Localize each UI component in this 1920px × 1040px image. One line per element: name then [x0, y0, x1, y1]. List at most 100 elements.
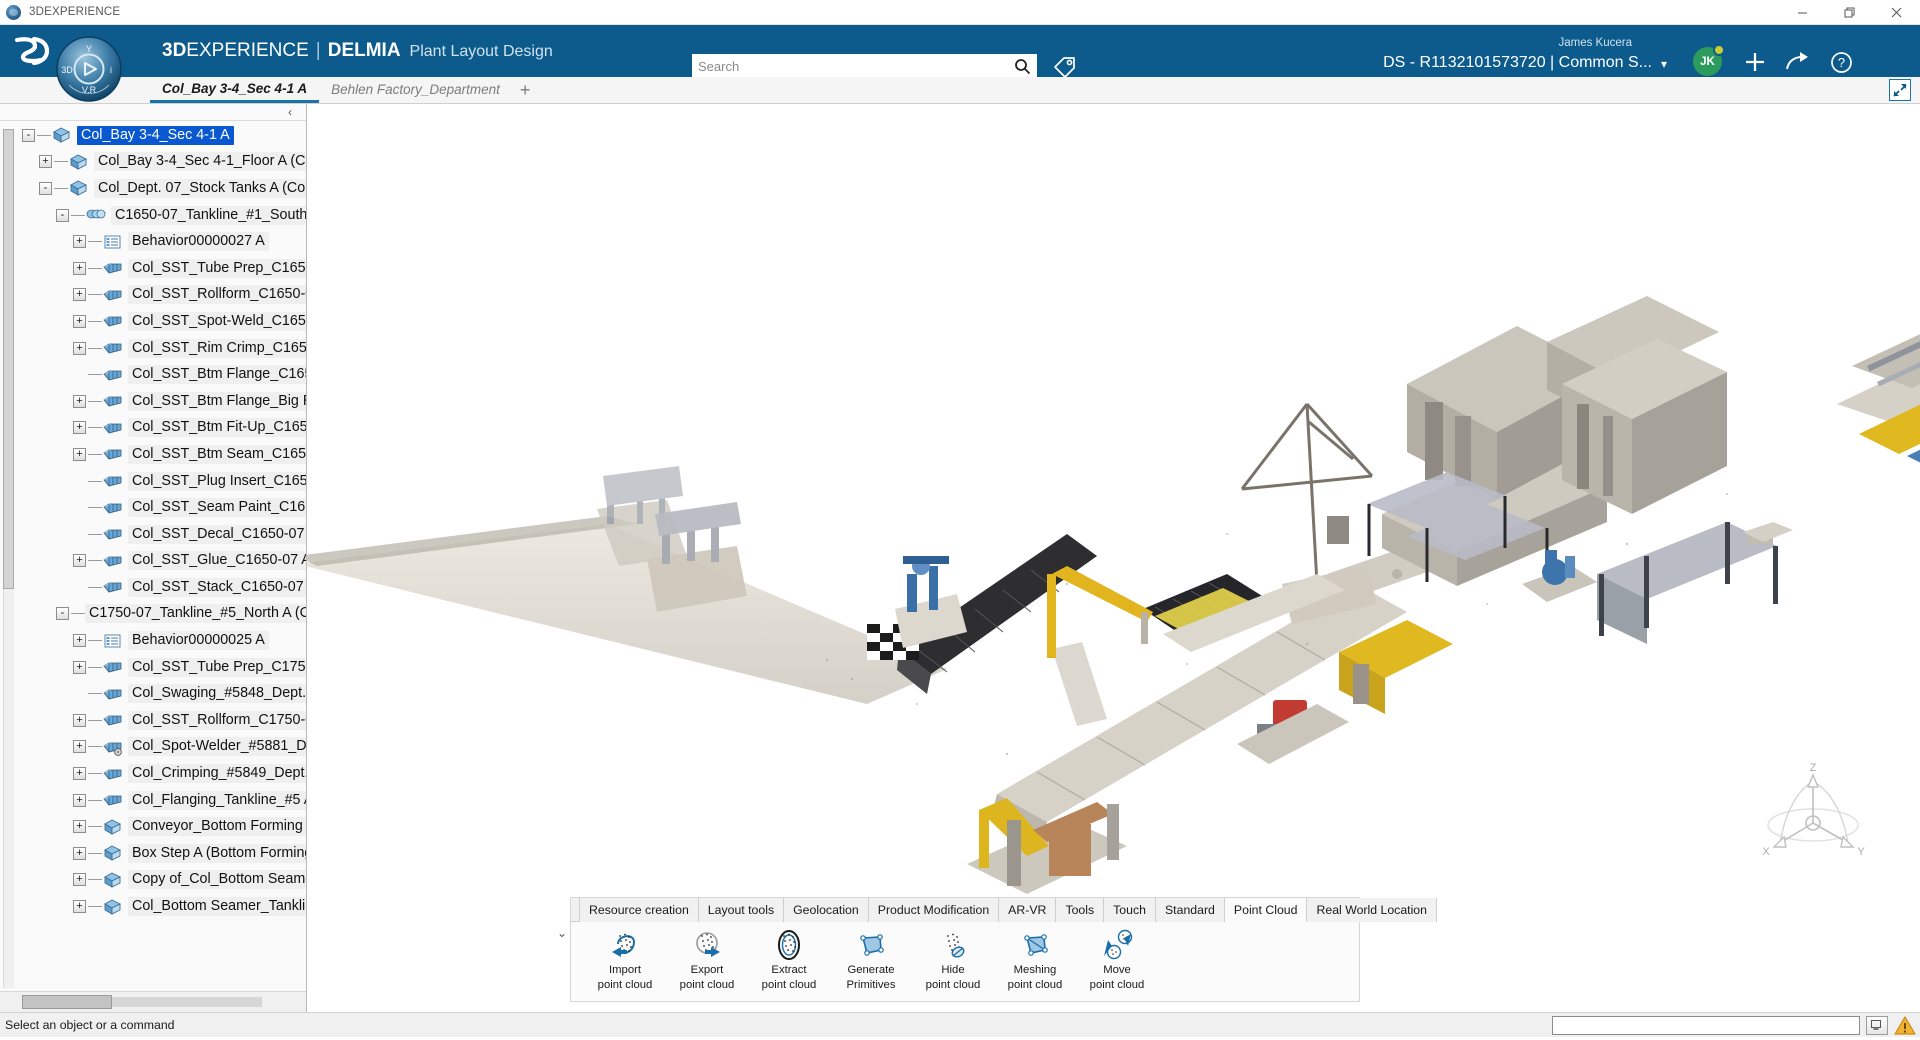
tree-node[interactable]: +Col_Spot-Welder_#5881_De	[0, 734, 306, 761]
collapse-node-icon[interactable]: -	[39, 182, 52, 195]
tree-node-label[interactable]: Behavior00000027 A	[128, 232, 269, 251]
tree-node-label[interactable]: Col_Flanging_Tankline_#5 A	[128, 791, 306, 810]
tree-node[interactable]: +Col_Crimping_#5849_Dept.	[0, 760, 306, 787]
warning-icon[interactable]	[1894, 1015, 1916, 1036]
tree-node[interactable]: + Conveyor_Bottom Forming A	[0, 813, 306, 840]
expand-node-icon[interactable]: +	[73, 421, 86, 434]
tree-node[interactable]: + Col_SST_Btm Fit-Up_C1650-	[0, 415, 306, 442]
close-icon[interactable]	[1873, 0, 1920, 25]
tree-node-label[interactable]: Col_SST_Decal_C1650-07 A	[128, 525, 306, 544]
tree-horizontal-scroll-thumb[interactable]	[22, 995, 112, 1009]
action-command-export[interactable]: Exportpoint cloud	[673, 928, 741, 991]
tree-node-label[interactable]: Conveyor_Bottom Forming A	[128, 817, 306, 836]
restore-icon[interactable]	[1826, 0, 1873, 25]
search-icon[interactable]	[1014, 58, 1031, 75]
tree-node-label[interactable]: Col_Bay 3-4_Sec 4-1 A	[77, 126, 234, 145]
tree-node[interactable]: -C1650-07_Tankline_#1_South A	[0, 202, 306, 229]
tree-node-label[interactable]: Col_Crimping_#5849_Dept.	[128, 764, 306, 783]
action-command-move[interactable]: Movepoint cloud	[1083, 928, 1151, 991]
tree-node[interactable]: +Behavior00000025 A	[0, 627, 306, 654]
expand-node-icon[interactable]: +	[73, 794, 86, 807]
meshing-point-cloud-icon[interactable]	[1018, 928, 1052, 962]
action-tab-point-cloud[interactable]: Point Cloud	[1225, 898, 1308, 922]
extract-point-cloud-icon[interactable]	[772, 928, 806, 962]
tree-node-label[interactable]: Col_SST_Btm Fit-Up_C1650-	[128, 418, 306, 437]
expand-node-icon[interactable]: +	[73, 900, 86, 913]
tree-node[interactable]: +Col_SST_Rollform_C1750-07	[0, 707, 306, 734]
tree-node-label[interactable]: Col_SST_Btm Seam_C1650-0	[128, 445, 306, 464]
collapse-node-icon[interactable]: -	[56, 607, 69, 620]
tree-node-label[interactable]: Col_SST_Btm Flange_Big Rou	[128, 392, 306, 411]
tree-node-label[interactable]: Col_SST_Rim Crimp_C1650-0	[128, 339, 306, 358]
tree-node[interactable]: Col_SST_Plug Insert_C1650-	[0, 468, 306, 495]
3d-viewport[interactable]: Z X Y	[307, 104, 1920, 1012]
expand-node-icon[interactable]: +	[73, 315, 86, 328]
avatar[interactable]: JK	[1693, 47, 1722, 76]
help-icon[interactable]: ?	[1828, 49, 1854, 75]
expand-view-button[interactable]	[1889, 79, 1911, 101]
expand-node-icon[interactable]: +	[73, 235, 86, 248]
tree-node[interactable]: Col_SST_Btm Flange_C1650-	[0, 361, 306, 388]
add-tab-button[interactable]: +	[512, 81, 539, 99]
tree-vertical-scrollbar[interactable]	[3, 129, 14, 589]
tree-node-label[interactable]: Col_Dept. 07_Stock Tanks A (Col_D	[94, 179, 306, 198]
tree-node-label[interactable]: Col_SST_Btm Flange_C1650-	[128, 365, 306, 384]
tree-node-label[interactable]: Col_SST_Plug Insert_C1650-	[128, 472, 306, 491]
tree-node[interactable]: +Col_SST_Tube Prep_C1650-0	[0, 255, 306, 282]
expand-node-icon[interactable]: +	[73, 554, 86, 567]
search-input[interactable]	[698, 59, 1014, 74]
tree-node-label[interactable]: Col_Bottom Seamer_Tanklin	[128, 897, 306, 916]
action-tab-product-modification[interactable]: Product Modification	[869, 898, 999, 922]
tree-node[interactable]: +Col_SST_Glue_C1650-07 A (	[0, 548, 306, 575]
tree-node-label[interactable]: Col_Spot-Welder_#5881_De	[128, 737, 306, 756]
expand-node-icon[interactable]: +	[73, 661, 86, 674]
command-input[interactable]	[1552, 1016, 1860, 1035]
action-tab-real-world-location[interactable]: Real World Location	[1307, 898, 1437, 922]
tree-node[interactable]: Col_SST_Stack_C1650-07 A	[0, 574, 306, 601]
action-command-meshing[interactable]: Meshingpoint cloud	[1001, 928, 1069, 991]
action-tab-standard[interactable]: Standard	[1156, 898, 1225, 922]
tab-col-bay[interactable]: Col_Bay 3-4_Sec 4-1 A	[150, 76, 319, 103]
point-cloud-scene[interactable]	[307, 104, 1920, 1012]
action-tab-layout-tools[interactable]: Layout tools	[699, 898, 784, 922]
search-box[interactable]	[692, 54, 1037, 79]
action-command-extract[interactable]: Extractpoint cloud	[755, 928, 823, 991]
environment-label[interactable]: DS - R1132101573720 | Common S...	[1383, 54, 1652, 72]
tree-node-label[interactable]: Behavior00000025 A	[128, 631, 269, 650]
action-command-import[interactable]: Importpoint cloud	[591, 928, 659, 991]
action-tab-touch[interactable]: Touch	[1104, 898, 1156, 922]
tree-node-label[interactable]: Col_SST_Rollform_C1650-07	[128, 285, 306, 304]
expand-node-icon[interactable]: +	[73, 262, 86, 275]
tree-node-label[interactable]: C1750-07_Tankline_#5_North A (C1	[85, 604, 306, 623]
import-point-cloud-icon[interactable]	[608, 928, 642, 962]
dialog-window-icon[interactable]	[1866, 1016, 1888, 1035]
tree-node[interactable]: Col_Swaging_#5848_Dept. 0	[0, 680, 306, 707]
action-tab-tools[interactable]: Tools	[1056, 898, 1104, 922]
expand-node-icon[interactable]: +	[73, 288, 86, 301]
action-tab-geolocation[interactable]: Geolocation	[784, 898, 869, 922]
tree-node[interactable]: + Col_Bottom Seamer_Tanklin	[0, 893, 306, 920]
collapse-node-icon[interactable]: -	[56, 209, 69, 222]
generate-primitives-icon[interactable]	[854, 928, 888, 962]
share-icon[interactable]	[1784, 49, 1810, 75]
tree-node[interactable]: + Col_SST_Rim Crimp_C1650-0	[0, 335, 306, 362]
action-command-generate[interactable]: GeneratePrimitives	[837, 928, 905, 991]
expand-node-icon[interactable]: +	[73, 342, 86, 355]
expand-node-icon[interactable]: +	[73, 820, 86, 833]
export-point-cloud-icon[interactable]	[690, 928, 724, 962]
tree-node[interactable]: +Box Step A (Bottom Forming	[0, 840, 306, 867]
expand-node-icon[interactable]: +	[39, 155, 52, 168]
hide-point-cloud-icon[interactable]	[936, 928, 970, 962]
tree-node-label[interactable]: Col_SST_Tube Prep_C1750-0	[128, 658, 306, 677]
action-command-hide[interactable]: Hidepoint cloud	[919, 928, 987, 991]
collapse-node-icon[interactable]: -	[22, 129, 35, 142]
expand-node-icon[interactable]: +	[73, 847, 86, 860]
specification-tree[interactable]: - Col_Bay 3-4_Sec 4-1 A + Col_Bay 3-4_Sec 4…	[0, 122, 306, 990]
collapse-action-bar-icon[interactable]: ⌄	[557, 926, 567, 940]
action-tab-ar-vr[interactable]: AR-VR	[999, 898, 1056, 922]
tree-node-label[interactable]: Col_Bay 3-4_Sec 4-1_Floor A (Col_	[94, 152, 306, 171]
plus-icon[interactable]	[1742, 49, 1768, 75]
tree-node[interactable]: +Col_SST_Spot-Weld_C1650-	[0, 308, 306, 335]
action-tab-resource-creation[interactable]: Resource creation	[579, 898, 699, 922]
tree-node[interactable]: +Col_SST_Btm Flange_Big Rou	[0, 388, 306, 415]
